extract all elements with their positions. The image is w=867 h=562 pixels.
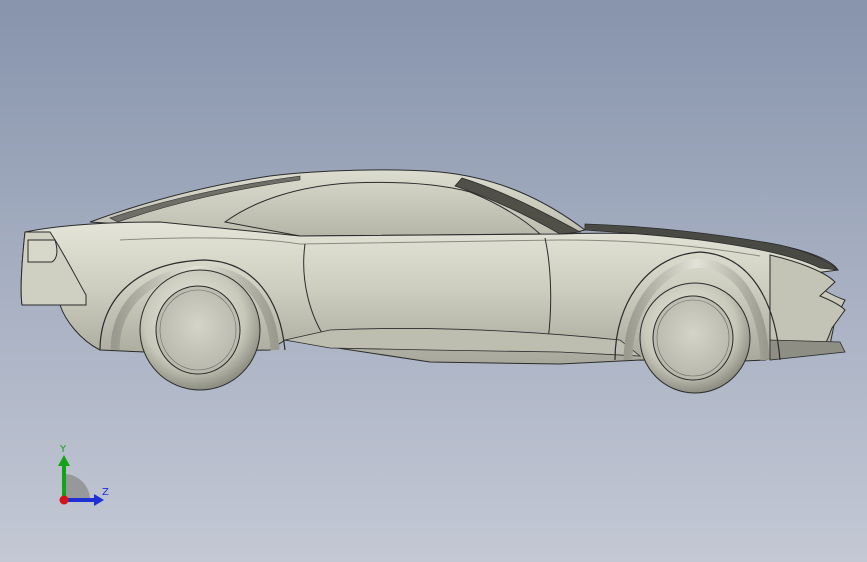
y-axis-label: Y bbox=[60, 444, 67, 455]
front-wheel bbox=[639, 282, 751, 394]
x-axis-dot bbox=[59, 495, 69, 505]
graphics-viewport[interactable]: Y Z bbox=[0, 0, 867, 562]
car-model-3d-view[interactable] bbox=[0, 0, 867, 562]
triad-plane-quadrant bbox=[64, 474, 90, 500]
rear-wheel bbox=[139, 269, 261, 391]
coordinate-triad-icon[interactable]: Y Z bbox=[50, 440, 120, 510]
tail-light bbox=[27, 239, 58, 263]
y-axis-arrow bbox=[58, 455, 70, 466]
front-splitter bbox=[769, 339, 846, 361]
z-axis-label: Z bbox=[102, 487, 109, 498]
